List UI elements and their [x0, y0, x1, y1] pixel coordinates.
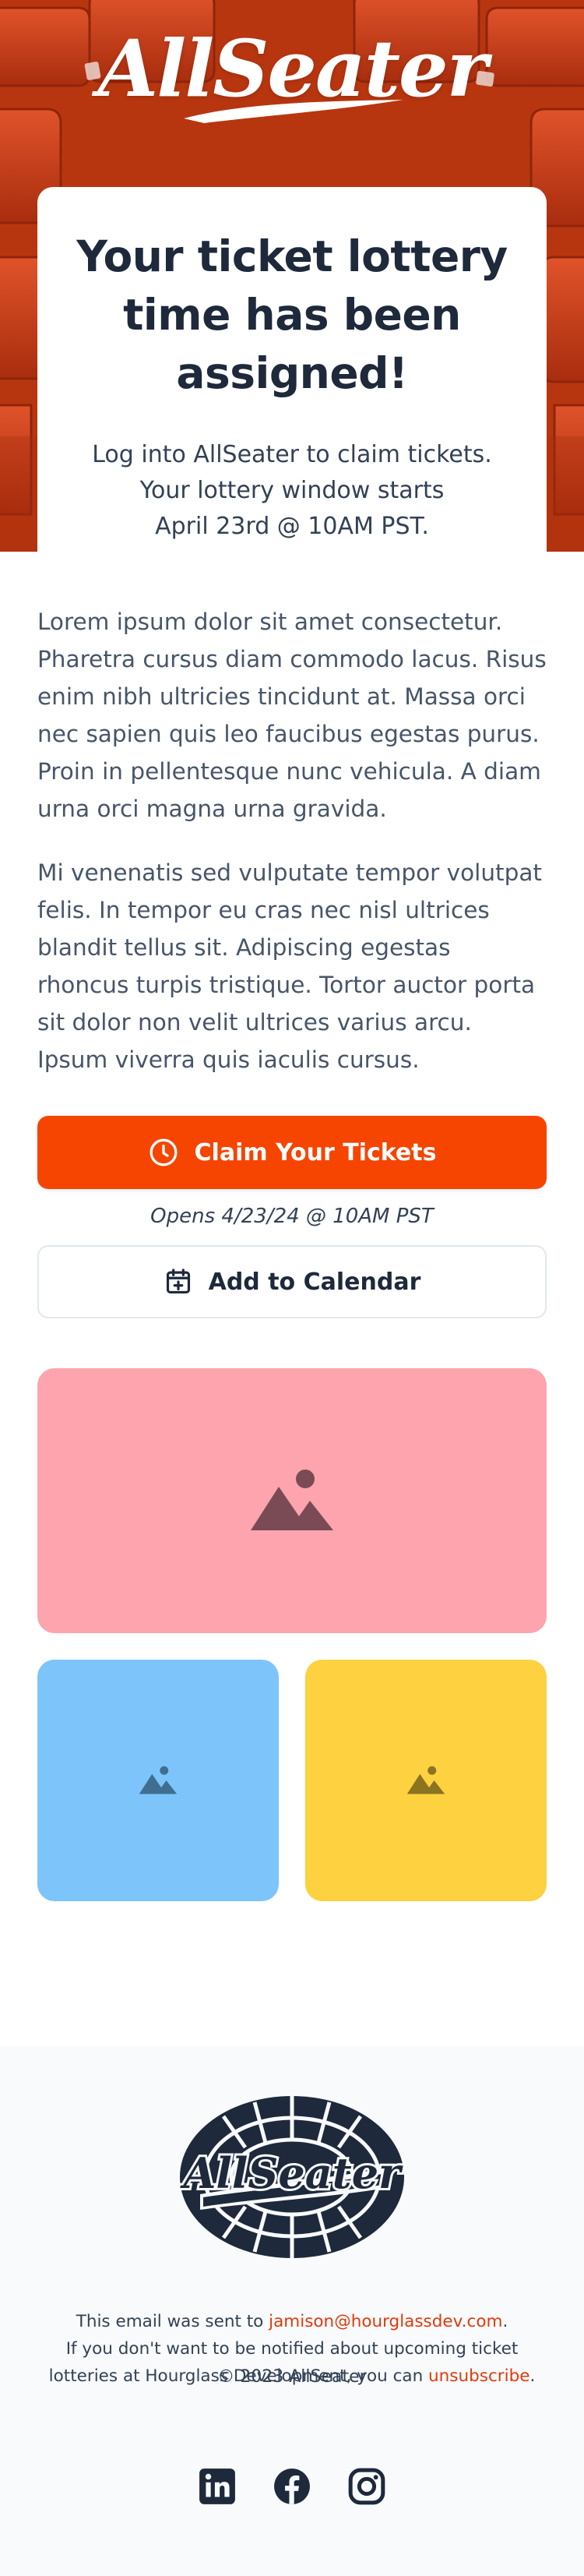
footer-sent-suffix: .: [502, 2312, 508, 2331]
copyright-text: © 2023 AllSeater: [217, 2367, 367, 2387]
social-links: [0, 2467, 584, 2506]
facebook-icon[interactable]: [273, 2467, 311, 2506]
email-page: AllSeater Your ticket lottery time has b…: [0, 0, 584, 2576]
calendar-plus-icon: [166, 1269, 190, 1294]
body-paragraph: Mi venenatis sed vulputate tempor volutp…: [37, 859, 542, 1073]
add-to-calendar-button[interactable]: Add to Calendar: [37, 1245, 547, 1318]
footer-line-2: If you don't want to be notified about u…: [65, 2339, 519, 2359]
hero-subtitle: Log into AllSeater to claim tickets. You…: [69, 437, 515, 545]
instagram-icon[interactable]: [347, 2467, 386, 2506]
image-placeholder-icon: [251, 1470, 333, 1530]
footer-logo-text: AllSeater: [179, 2148, 403, 2198]
claim-tickets-button[interactable]: Claim Your Tickets: [37, 1116, 547, 1189]
hero-banner: AllSeater Your ticket lottery time has b…: [0, 0, 584, 552]
opens-time-text: Opens 4/23/24 @ 10AM PST: [150, 1205, 434, 1228]
email-body: Lorem ipsum dolor sit amet consectetur. …: [0, 552, 584, 1901]
recipient-email-link[interactable]: jamison@hourglassdev.com: [269, 2312, 502, 2331]
image-row: [37, 1660, 547, 1901]
email-footer: AllSeater This email was sent to jamison…: [0, 2046, 584, 2576]
allseater-stadium-logo: AllSeater: [177, 2096, 406, 2258]
claim-tickets-label: Claim Your Tickets: [194, 1138, 437, 1166]
hero-card: Your ticket lottery time has been assign…: [37, 187, 547, 552]
add-to-calendar-label: Add to Calendar: [208, 1268, 421, 1296]
hero-title: Your ticket lottery time has been assign…: [76, 231, 508, 398]
image-placeholder-small: [37, 1660, 279, 1901]
hero-subtitle-line: Log into AllSeater to claim tickets.: [92, 441, 492, 468]
hero-subtitle-line: April 23rd @ 10AM PST.: [155, 513, 429, 540]
image-placeholder-large: [37, 1368, 547, 1633]
hero-subtitle-line: Your lottery window starts: [139, 477, 445, 504]
clock-icon: [150, 1138, 178, 1166]
logo-swash: [184, 100, 403, 123]
image-placeholder-small: [305, 1660, 547, 1901]
image-placeholder-icon: [139, 1766, 178, 1794]
footer-line-1: This email was sent to jamison@hourglass…: [0, 2308, 584, 2335]
body-paragraph: Lorem ipsum dolor sit amet consectetur. …: [37, 609, 547, 822]
image-placeholder-icon: [406, 1766, 445, 1794]
linkedin-icon[interactable]: [198, 2467, 237, 2506]
footer-sent-prefix: This email was sent to: [76, 2312, 269, 2331]
